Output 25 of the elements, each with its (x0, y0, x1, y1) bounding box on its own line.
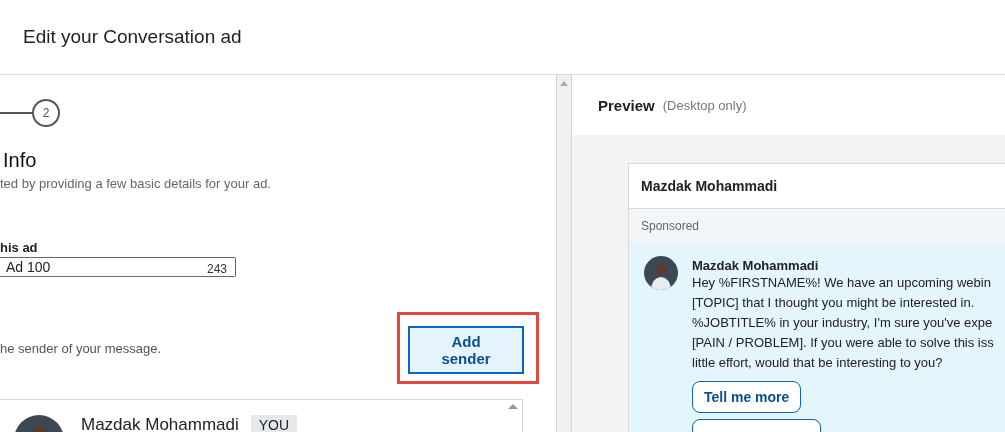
you-badge: YOU (250, 415, 298, 432)
ad-name-field[interactable]: Ad 100 243 (0, 257, 236, 277)
sender-description: he sender of your message. (0, 340, 162, 356)
add-sender-button[interactable]: Add sender (408, 326, 524, 374)
message-author: Mazdak Mohammadi (692, 258, 820, 273)
message-line: [PAIN / PROBLEM]. If you were able to solve this iss (692, 334, 994, 352)
field-label: his ad (0, 240, 39, 255)
message-line: Hey %FIRSTNAME%! We have an upcoming webin (692, 274, 992, 292)
step-indicator: 2 (32, 99, 60, 127)
scrollbar[interactable] (556, 75, 572, 432)
message-line: [TOPIC] that I thought you might be interested in. (692, 294, 976, 312)
section-heading: Info (2, 149, 38, 172)
character-counter: 243 (206, 262, 227, 276)
page-title: Edit your Conversation ad (23, 26, 242, 48)
avatar-icon (644, 256, 678, 290)
message-line: %JOBTITLE% in your industry, I'm sure you've expe (692, 314, 994, 332)
sponsored-label: Sponsored (629, 209, 1005, 242)
section-subtitle: ted by providing a few basic details for your ad. (0, 176, 272, 191)
preview-title: Preview (598, 96, 655, 114)
reply-button[interactable]: Tell me more (692, 381, 802, 413)
sender-name: Mazdak Mohammadi (81, 415, 239, 432)
scroll-up-icon[interactable] (560, 81, 568, 86)
message-line: little effort, would that be interesting to you? (692, 354, 944, 372)
scroll-up-icon[interactable] (508, 404, 518, 409)
preview-note: (Desktop only) (662, 97, 747, 113)
